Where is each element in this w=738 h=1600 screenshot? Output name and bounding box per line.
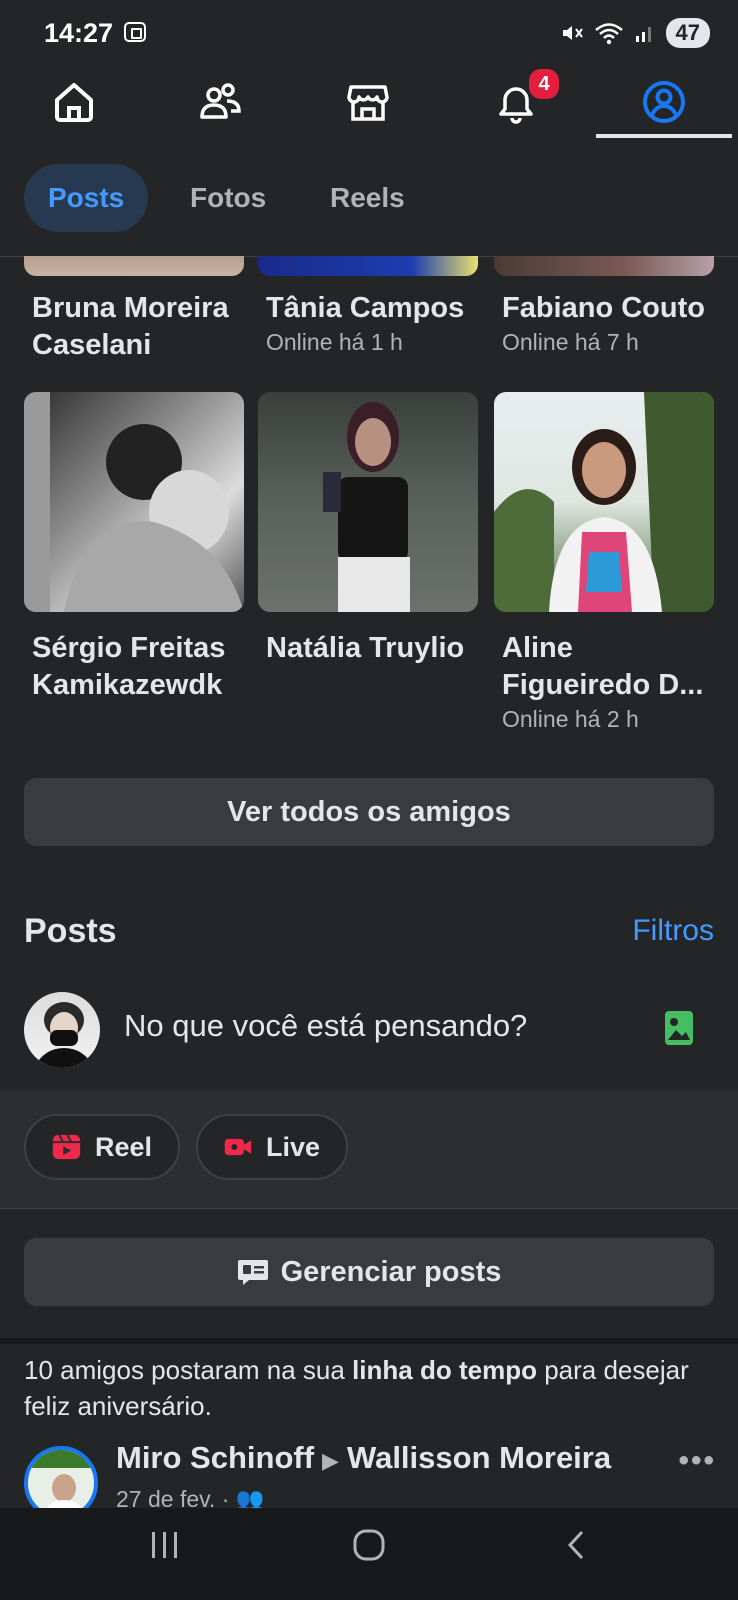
battery-indicator: 47 xyxy=(665,18,710,48)
friend-online-status: Online há 1 h xyxy=(266,329,403,355)
friend-card[interactable]: Natália Truylio xyxy=(258,392,478,667)
friend-card[interactable]: Bruna Moreira Caselani xyxy=(32,278,252,364)
birthday-notice: 10 amigos postaram na sua linha do tempo… xyxy=(24,1352,714,1424)
notification-badge: 4 xyxy=(526,66,562,102)
screenshot-icon xyxy=(124,22,146,42)
go-live-chip[interactable]: Live xyxy=(196,1114,348,1180)
marketplace-icon xyxy=(347,85,389,121)
friend-name: Tânia Campos xyxy=(266,292,465,324)
post-composer: No que você está pensando? xyxy=(0,980,738,1091)
friend-photo[interactable] xyxy=(24,256,244,276)
back-icon[interactable] xyxy=(562,1528,592,1562)
status-bar: 14:27 47 xyxy=(0,0,738,66)
friend-online-status: Online há 2 h xyxy=(502,706,639,732)
wifi-icon xyxy=(594,23,623,45)
recent-apps-icon[interactable] xyxy=(148,1528,182,1562)
timeline-link[interactable]: linha do tempo xyxy=(352,1355,537,1385)
friend-name: Sérgio Freitas Kamikazewdk xyxy=(32,632,226,701)
reel-label: Reel xyxy=(94,1131,152,1162)
tab-fotos[interactable]: Fotos xyxy=(166,164,290,232)
friend-name: Aline Figueiredo D... xyxy=(502,632,704,701)
home-icon xyxy=(55,83,93,122)
filters-link[interactable]: Filtros xyxy=(632,914,714,948)
friend-card[interactable]: Aline Figueiredo D... Online há 2 h xyxy=(494,392,714,733)
friend-photo xyxy=(494,392,714,612)
see-all-friends-button[interactable]: Ver todos os amigos xyxy=(24,778,714,846)
tab-posts[interactable]: Posts xyxy=(24,164,149,232)
live-video-icon xyxy=(224,1138,252,1156)
mute-icon xyxy=(562,26,583,40)
friend-online-status: Online há 7 h xyxy=(502,329,639,355)
manage-posts-label: Gerenciar posts xyxy=(280,1255,502,1288)
friends-icon xyxy=(200,83,241,119)
friend-photo-illustration xyxy=(323,402,410,612)
reel-icon xyxy=(52,1134,81,1160)
posts-section-title: Posts xyxy=(24,912,117,950)
friend-card[interactable]: Sérgio Freitas Kamikazewdk xyxy=(24,392,244,704)
friends-tab[interactable] xyxy=(160,66,280,138)
status-time: 14:27 xyxy=(44,18,114,48)
notice-prefix: 10 amigos postaram na sua xyxy=(24,1355,353,1385)
composer-prompt[interactable]: No que você está pensando? xyxy=(124,1008,527,1044)
avatar-illustration xyxy=(34,1002,94,1068)
friend-photo[interactable] xyxy=(494,256,714,276)
manage-posts-button[interactable]: Gerenciar posts xyxy=(24,1238,714,1306)
post-header: Miro Schinoff ▶ Wallisson Moreira 27 de fe… xyxy=(0,1440,738,1520)
notifications-tab[interactable]: 4 xyxy=(456,66,576,138)
post-target-name[interactable]: Wallisson Moreira xyxy=(347,1440,611,1475)
friend-photo-illustration xyxy=(24,392,244,612)
friend-photo xyxy=(258,392,478,612)
live-label: Live xyxy=(265,1131,320,1162)
friend-photo[interactable] xyxy=(258,256,478,276)
friend-photo xyxy=(24,392,244,612)
manage-posts-icon xyxy=(237,1260,268,1285)
friends-grid: Bruna Moreira Caselani Tânia Campos Onli… xyxy=(0,256,738,846)
friend-card[interactable]: Tânia Campos Online há 1 h xyxy=(266,278,486,356)
arrow-right-icon: ▶ xyxy=(322,1448,339,1473)
friend-name: Fabiano Couto xyxy=(502,292,705,324)
home-tab[interactable] xyxy=(14,66,134,138)
create-reel-chip[interactable]: Reel xyxy=(24,1114,180,1180)
profile-icon xyxy=(643,81,685,123)
profile-content-tabs: Posts Fotos Reels xyxy=(0,138,738,257)
home-button-icon[interactable] xyxy=(352,1528,386,1562)
top-navigation: 4 xyxy=(0,66,738,139)
status-icons: 47 xyxy=(560,18,710,48)
create-options: Reel Live xyxy=(0,1090,738,1209)
user-avatar[interactable] xyxy=(24,992,100,1068)
avatar-illustration xyxy=(28,1450,94,1516)
friend-photo-illustration xyxy=(494,392,714,612)
more-options-icon[interactable]: ••• xyxy=(678,1444,716,1478)
tab-reels[interactable]: Reels xyxy=(306,164,429,232)
marketplace-tab[interactable] xyxy=(308,66,428,138)
signal-icon xyxy=(635,27,651,42)
friend-card[interactable]: Fabiano Couto Online há 7 h xyxy=(502,278,722,356)
system-navigation-bar xyxy=(0,1508,738,1600)
post-participants: Miro Schinoff ▶ Wallisson Moreira xyxy=(116,1440,611,1476)
friend-name: Bruna Moreira Caselani xyxy=(32,292,229,361)
section-divider xyxy=(0,1338,738,1344)
profile-tab[interactable] xyxy=(604,66,724,138)
friend-name: Natália Truylio xyxy=(266,632,465,664)
post-author-name[interactable]: Miro Schinoff xyxy=(116,1440,314,1475)
photo-icon[interactable] xyxy=(664,1010,694,1046)
